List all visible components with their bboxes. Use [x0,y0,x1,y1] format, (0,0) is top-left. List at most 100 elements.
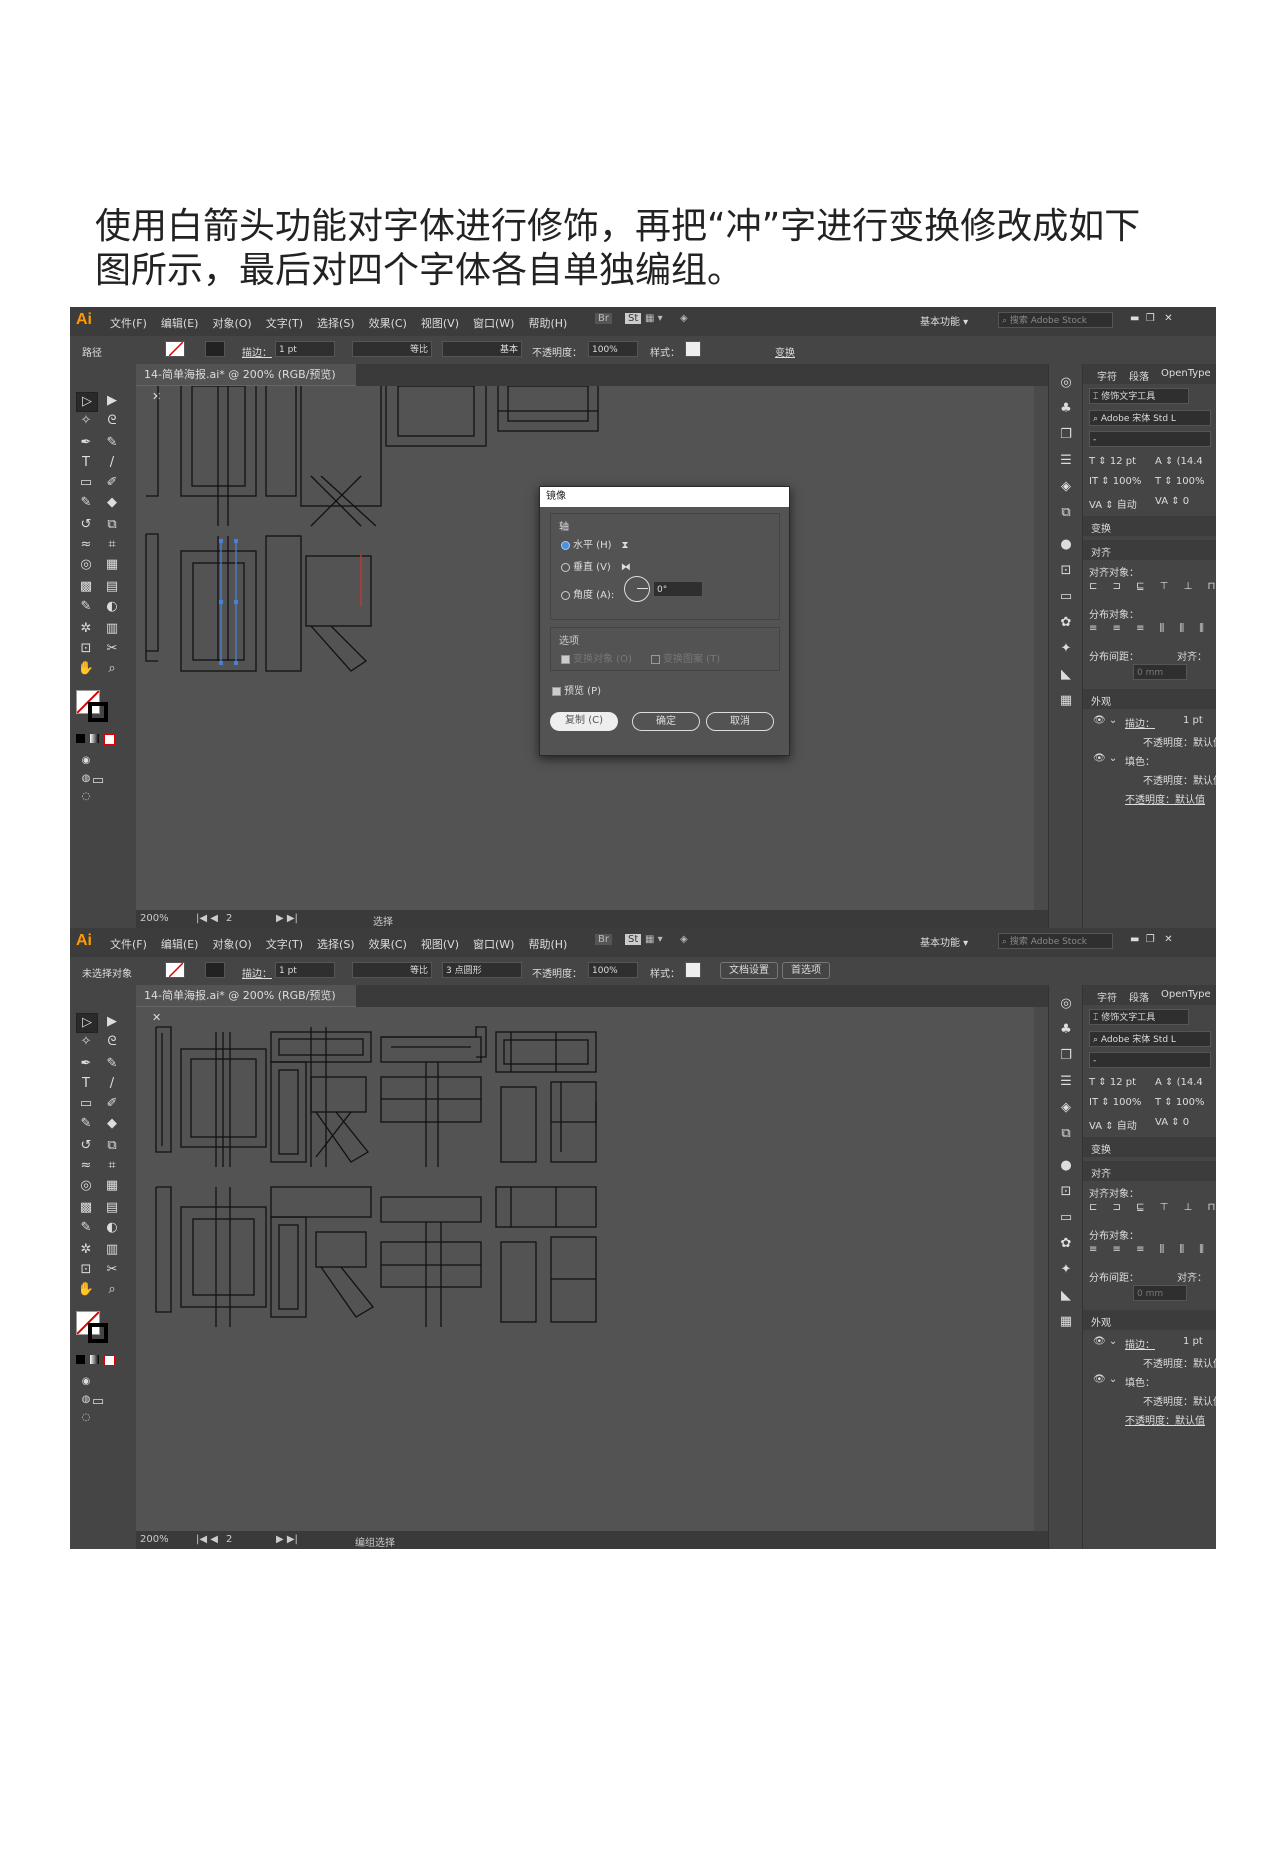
gradient-icon[interactable]: ▭ [1056,588,1076,606]
align-section[interactable]: 对齐 [1083,1161,1216,1181]
preferences-button[interactable]: 首选项 [782,962,830,979]
bridge-button[interactable]: Br [595,934,612,945]
symbol-sprayer-icon[interactable]: ✲ [76,1241,96,1259]
gpu-icon[interactable]: ◈ [680,934,688,945]
appearance-stroke-label[interactable]: 描边： [1125,715,1155,730]
eyedropper-icon[interactable]: ✎ [76,1219,96,1237]
pen-tool-icon[interactable]: ✒ [76,434,96,452]
menu-object[interactable]: 对象(O) [212,315,251,331]
shaper-tool-icon[interactable]: ✎ [76,494,96,512]
vertical-scrollbar[interactable] [1034,386,1048,910]
free-transform-icon[interactable]: ⌗ [102,536,122,554]
align-buttons[interactable]: ⊏ ⊐ ⊑ ⊤ ⊥ ⊓ [1089,1202,1216,1213]
gradient-mode-icon[interactable] [90,1355,99,1364]
appearance-section[interactable]: 外观 [1083,689,1216,709]
fill-swatch[interactable] [165,341,185,357]
shape-builder-icon[interactable]: ◎ [76,1177,96,1195]
menu-lines-icon[interactable]: ☰ [1056,1073,1076,1091]
column-graph-icon[interactable]: ▥ [102,620,122,638]
stroke-opacity-row[interactable]: 不透明度：默认值 [1143,734,1216,749]
menu-file[interactable]: 文件(F) [110,315,147,331]
copy-button[interactable]: 复制 (C) [550,712,618,731]
appearance-stroke-label[interactable]: 描边： [1125,1336,1155,1351]
type-tool-icon[interactable]: T [76,454,96,472]
stroke-label[interactable]: 描边： [242,344,272,359]
tab-paragraph[interactable]: 段落 [1129,368,1149,383]
transform-section[interactable]: 变换 [1083,516,1216,536]
rotate-tool-icon[interactable]: ↺ [76,1137,96,1155]
object-opacity-row[interactable]: 不透明度：默认值 [1125,791,1205,806]
tab-character[interactable]: 字符 [1097,989,1117,1004]
blend-tool-icon[interactable]: ◐ [102,1219,122,1237]
asset-export-icon[interactable]: ⧉ [1056,1125,1076,1143]
brushes-icon[interactable]: ✦ [1056,640,1076,658]
selection-tool-icon[interactable]: ▷ [76,1013,98,1033]
appearance-fill-label[interactable]: 填色： [1125,1374,1155,1389]
menu-object[interactable]: 对象(O) [212,936,251,952]
tab-character[interactable]: 字符 [1097,368,1117,383]
vertical-scale-row[interactable]: IT ⇕ 100% [1089,476,1141,487]
menu-lines-icon[interactable]: ☰ [1056,452,1076,470]
menu-view[interactable]: 视图(V) [421,936,459,952]
eraser-icon[interactable]: ◆ [102,1115,122,1133]
menu-help[interactable]: 帮助(H) [528,315,567,331]
kerning-row[interactable]: VA ⇕ 自动 [1089,496,1137,511]
menu-help[interactable]: 帮助(H) [528,936,567,952]
mesh-tool-icon[interactable]: ▩ [76,578,96,596]
touch-type-button[interactable]: ⌶ 修饰文字工具 [1089,388,1189,404]
slice-tool-icon[interactable]: ✂ [102,640,122,658]
transform-icon[interactable]: ⊡ [1056,562,1076,580]
shaper-tool-icon[interactable]: ✎ [76,1115,96,1133]
swatches-icon[interactable]: ▦ [1056,1313,1076,1331]
horizontal-scale-row[interactable]: T ⇕ 100% [1155,1097,1204,1108]
magic-wand-icon[interactable]: ✧ [76,412,96,430]
brush-definition[interactable]: 基本 [442,341,522,357]
menu-type[interactable]: 文字(T) [266,936,303,952]
curvature-tool-icon[interactable]: ✎ [102,434,122,452]
brush-definition[interactable]: 3 点圆形 [442,962,522,978]
document-setup-button[interactable]: 文档设置 [720,962,778,979]
color-mode-icon[interactable] [76,1355,85,1364]
screen-mode-icon[interactable]: ▭ [88,1393,108,1411]
scale-tool-icon[interactable]: ⧉ [102,1137,122,1155]
stroke-icon[interactable]: ◣ [1056,1287,1076,1305]
symbols-icon[interactable]: ♣ [1056,400,1076,418]
window-controls[interactable]: ▬ ❐ ✕ [1130,934,1173,945]
workspace-switcher[interactable]: 基本功能 ▾ [920,313,968,328]
gradient-icon[interactable]: ▭ [1056,1209,1076,1227]
tab-paragraph[interactable]: 段落 [1129,989,1149,1004]
stroke-swatch[interactable] [205,962,225,978]
navigator-icon[interactable]: ◎ [1056,995,1076,1013]
transform-icon[interactable]: ⊡ [1056,1183,1076,1201]
mesh-tool-icon[interactable]: ▩ [76,1199,96,1217]
color-guide-icon[interactable]: ✿ [1056,614,1076,632]
appearance-icon[interactable]: ● [1056,1157,1076,1175]
direct-selection-tool-icon[interactable]: ▶ [102,1013,122,1031]
magic-wand-icon[interactable]: ✧ [76,1033,96,1051]
menu-window[interactable]: 窗口(W) [473,936,514,952]
type-tool-icon[interactable]: T [76,1075,96,1093]
stock-search-input[interactable]: ⌕ 搜索 Adobe Stock [998,933,1113,949]
menu-select[interactable]: 选择(S) [317,315,355,331]
workspace-switcher[interactable]: 基本功能 ▾ [920,934,968,949]
fill-opacity-row[interactable]: 不透明度：默认值 [1143,1393,1216,1408]
artboards-icon[interactable]: ❐ [1056,426,1076,444]
lasso-icon[interactable]: ᘓ [102,1033,122,1051]
preview-checkbox[interactable]: 预览 (P) [552,682,601,697]
eye-icon[interactable]: 👁 ⌄ [1093,715,1117,726]
spacing-field[interactable]: 0 mm [1133,1285,1187,1301]
opacity-field[interactable]: 100% [588,962,638,978]
none-mode-icon[interactable] [104,1355,115,1366]
leading-row[interactable]: A ⇕ (14.4 [1155,1077,1203,1088]
font-style-field[interactable]: - [1089,431,1211,447]
rectangle-tool-icon[interactable]: ▭ [76,474,96,492]
artboards-icon[interactable]: ❐ [1056,1047,1076,1065]
appearance-icon[interactable]: ● [1056,536,1076,554]
artboard-next-icon[interactable]: ▶ ▶| [276,913,298,924]
fill-opacity-row[interactable]: 不透明度：默认值 [1143,772,1216,787]
width-tool-icon[interactable]: ≈ [76,536,96,554]
eraser-icon[interactable]: ◆ [102,494,122,512]
brushes-icon[interactable]: ✦ [1056,1261,1076,1279]
touch-type-button[interactable]: ⌶ 修饰文字工具 [1089,1009,1189,1025]
color-mode-icon[interactable] [76,734,85,743]
